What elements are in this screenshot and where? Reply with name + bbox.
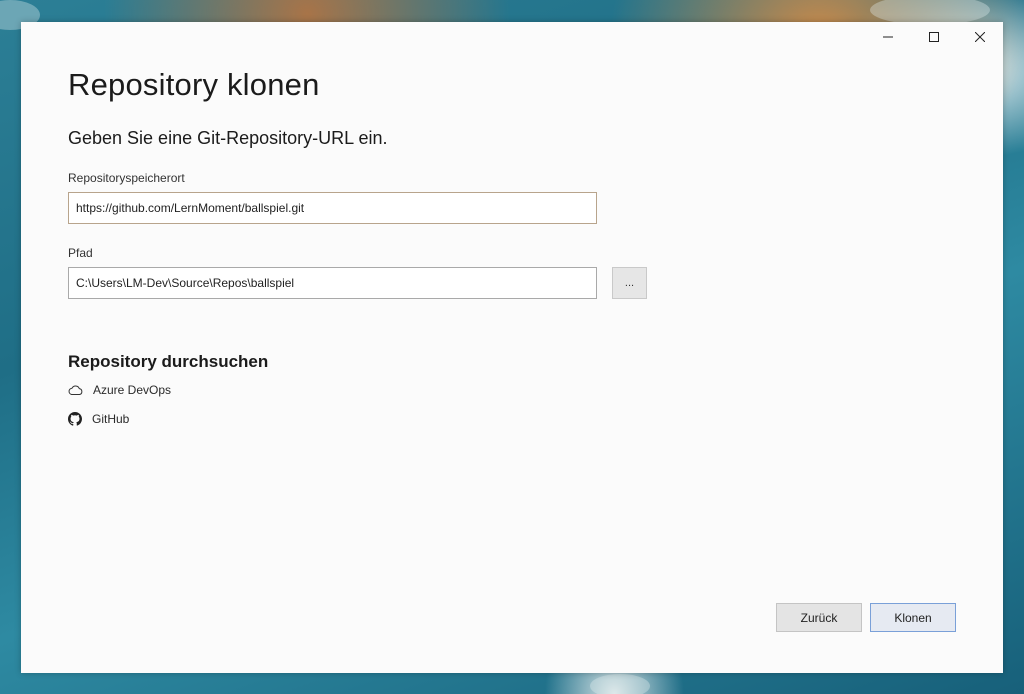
- github-link[interactable]: GitHub: [68, 412, 129, 426]
- browse-repositories-heading: Repository durchsuchen: [68, 352, 269, 371]
- back-button[interactable]: Zurück: [776, 603, 862, 632]
- close-icon: [975, 32, 985, 42]
- close-button[interactable]: [957, 22, 1003, 52]
- minimize-button[interactable]: [865, 22, 911, 52]
- github-label: GitHub: [92, 412, 130, 426]
- azure-devops-label: Azure DevOps: [93, 383, 172, 397]
- azure-devops-link[interactable]: Azure DevOps: [68, 383, 171, 397]
- page-subtitle: Geben Sie eine Git-Repository-URL ein.: [68, 128, 388, 148]
- repository-location-label: Repositoryspeicherort: [68, 171, 185, 185]
- repository-url-input[interactable]: [68, 192, 597, 224]
- page-title: Repository klonen: [68, 67, 320, 102]
- clone-button[interactable]: Klonen: [870, 603, 956, 632]
- minimize-icon: [883, 36, 893, 38]
- window-caption-buttons: [865, 22, 1003, 52]
- maximize-button[interactable]: [911, 22, 957, 52]
- maximize-icon: [929, 32, 939, 42]
- wallpaper-surf: [590, 674, 650, 694]
- cloud-icon: [68, 385, 83, 395]
- path-label: Pfad: [68, 246, 93, 260]
- browse-folder-button[interactable]: ...: [612, 267, 647, 299]
- github-icon: [68, 412, 82, 426]
- clone-repository-dialog: Repository klonen Geben Sie eine Git-Rep…: [21, 22, 1003, 673]
- local-path-input[interactable]: [68, 267, 597, 299]
